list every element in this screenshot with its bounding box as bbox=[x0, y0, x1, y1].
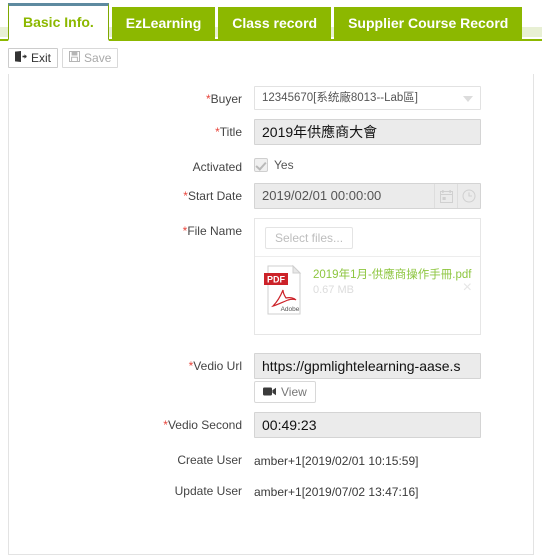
field-row-start-date: *Start Date 2019/02/01 00:00:00 bbox=[9, 183, 533, 209]
save-button[interactable]: Save bbox=[62, 48, 119, 68]
save-button-label: Save bbox=[84, 51, 112, 65]
exit-button[interactable]: Exit bbox=[8, 48, 59, 68]
buyer-select[interactable]: 12345670[系统廠8013--Lab區] bbox=[254, 86, 481, 110]
tab-ezlearning[interactable]: EzLearning bbox=[111, 7, 216, 40]
create-user-label: Create User bbox=[9, 447, 254, 467]
vedio-second-control: 00:49:23 bbox=[254, 412, 533, 438]
activated-label: Activated bbox=[9, 154, 254, 174]
update-user-value: amber+1[2019/07/02 13:47:16] bbox=[254, 485, 419, 499]
buyer-select-value: 12345670[系统廠8013--Lab區] bbox=[262, 92, 418, 104]
start-date-control: 2019/02/01 00:00:00 bbox=[254, 183, 533, 209]
field-row-buyer: *Buyer 12345670[系统廠8013--Lab區] bbox=[9, 86, 533, 110]
calendar-icon[interactable] bbox=[434, 184, 457, 208]
uploaded-file-item[interactable]: PDF Adobe 2019年1月-供應商操作手冊.pdf 0.67 MB × bbox=[263, 264, 480, 316]
create-user-control: amber+1[2019/02/01 10:15:59] bbox=[254, 447, 533, 469]
basic-info-form: *Buyer 12345670[系统廠8013--Lab區] *Title 20… bbox=[9, 74, 533, 500]
activated-label-text: Activated bbox=[192, 160, 242, 174]
vedio-second-label: *Vedio Second bbox=[9, 412, 254, 432]
buyer-label: *Buyer bbox=[9, 86, 254, 106]
tab-bar: Basic Info. EzLearning Class record Supp… bbox=[0, 0, 542, 41]
buyer-label-text: Buyer bbox=[210, 92, 242, 106]
title-control: 2019年供應商大會 bbox=[254, 119, 533, 145]
page-root: Basic Info. EzLearning Class record Supp… bbox=[0, 0, 542, 555]
clock-icon[interactable] bbox=[457, 184, 480, 208]
file-uploader-list: PDF Adobe 2019年1月-供應商操作手冊.pdf 0.67 MB × bbox=[255, 257, 480, 334]
title-label-text: Title bbox=[219, 125, 242, 139]
file-uploader-top: Select files... bbox=[255, 219, 480, 257]
exit-button-label: Exit bbox=[31, 51, 52, 65]
tab-supplier-course-record-label: Supplier Course Record bbox=[348, 15, 509, 31]
uploaded-file-name[interactable]: 2019年1月-供應商操作手冊.pdf bbox=[313, 269, 472, 281]
view-video-button[interactable]: View bbox=[254, 381, 316, 403]
update-user-control: amber+1[2019/07/02 13:47:16] bbox=[254, 478, 533, 500]
svg-text:Adobe: Adobe bbox=[281, 306, 300, 313]
video-camera-icon bbox=[263, 385, 276, 399]
view-video-button-label: View bbox=[281, 385, 307, 399]
start-date-value[interactable]: 2019/02/01 00:00:00 bbox=[255, 184, 434, 208]
create-user-value: amber+1[2019/02/01 10:15:59] bbox=[254, 454, 419, 468]
field-row-title: *Title 2019年供應商大會 bbox=[9, 119, 533, 145]
toolbar: Exit Save bbox=[0, 41, 542, 74]
tab-supplier-course-record[interactable]: Supplier Course Record bbox=[334, 7, 523, 40]
uploaded-file-meta: 2019年1月-供應商操作手冊.pdf 0.67 MB bbox=[313, 264, 472, 316]
vedio-second-label-text: Vedio Second bbox=[167, 418, 242, 432]
field-row-file-name: *File Name Select files... PDF Adobe 201… bbox=[9, 218, 533, 335]
form-panel: *Buyer 12345670[系统廠8013--Lab區] *Title 20… bbox=[8, 74, 534, 555]
field-row-activated: Activated Yes bbox=[9, 154, 533, 174]
activated-control: Yes bbox=[254, 154, 533, 172]
activated-checkbox-label: Yes bbox=[274, 158, 294, 172]
update-user-label: Update User bbox=[9, 478, 254, 498]
title-input[interactable]: 2019年供應商大會 bbox=[254, 119, 481, 145]
field-row-vedio-url: *Vedio Url https://gpmlightelearning-aas… bbox=[9, 353, 533, 403]
file-uploader: Select files... PDF Adobe 2019年1月-供應商操作手… bbox=[254, 218, 481, 335]
tab-ezlearning-label: EzLearning bbox=[125, 15, 202, 31]
select-files-button[interactable]: Select files... bbox=[265, 226, 354, 249]
tab-basic-info[interactable]: Basic Info. bbox=[8, 3, 109, 41]
create-user-label-text: Create User bbox=[177, 453, 242, 467]
tab-basic-info-label: Basic Info. bbox=[23, 14, 94, 30]
svg-text:PDF: PDF bbox=[267, 275, 286, 285]
chevron-down-icon bbox=[463, 96, 473, 102]
uploaded-file-size: 0.67 MB bbox=[313, 284, 354, 296]
field-row-create-user: Create User amber+1[2019/02/01 10:15:59] bbox=[9, 447, 533, 469]
start-date-field[interactable]: 2019/02/01 00:00:00 bbox=[254, 183, 481, 209]
start-date-label-text: Start Date bbox=[187, 189, 242, 203]
start-date-icons bbox=[434, 184, 480, 208]
remove-file-icon[interactable]: × bbox=[463, 280, 472, 296]
tab-class-record[interactable]: Class record bbox=[218, 7, 332, 40]
update-user-label-text: Update User bbox=[174, 484, 242, 498]
buyer-control: 12345670[系统廠8013--Lab區] bbox=[254, 86, 533, 110]
vedio-url-control: https://gpmlightelearning-aase.s View bbox=[254, 353, 533, 403]
file-name-label: *File Name bbox=[9, 218, 254, 238]
vedio-url-label-text: Vedio Url bbox=[193, 359, 242, 373]
vedio-url-label: *Vedio Url bbox=[9, 353, 254, 373]
activated-checkbox[interactable] bbox=[254, 158, 268, 172]
field-row-update-user: Update User amber+1[2019/07/02 13:47:16] bbox=[9, 478, 533, 500]
pdf-file-icon: PDF Adobe bbox=[263, 264, 305, 316]
title-label: *Title bbox=[9, 119, 254, 139]
start-date-label: *Start Date bbox=[9, 183, 254, 203]
file-name-control: Select files... PDF Adobe 2019年1月-供應商操作手… bbox=[254, 218, 533, 335]
field-row-vedio-second: *Vedio Second 00:49:23 bbox=[9, 412, 533, 438]
tab-class-record-label: Class record bbox=[232, 15, 318, 31]
file-name-label-text: File Name bbox=[187, 224, 242, 238]
activated-checkbox-wrap[interactable]: Yes bbox=[254, 154, 533, 172]
save-icon bbox=[69, 51, 81, 65]
vedio-url-input[interactable]: https://gpmlightelearning-aase.s bbox=[254, 353, 481, 379]
exit-icon bbox=[15, 51, 27, 65]
vedio-second-input[interactable]: 00:49:23 bbox=[254, 412, 481, 438]
